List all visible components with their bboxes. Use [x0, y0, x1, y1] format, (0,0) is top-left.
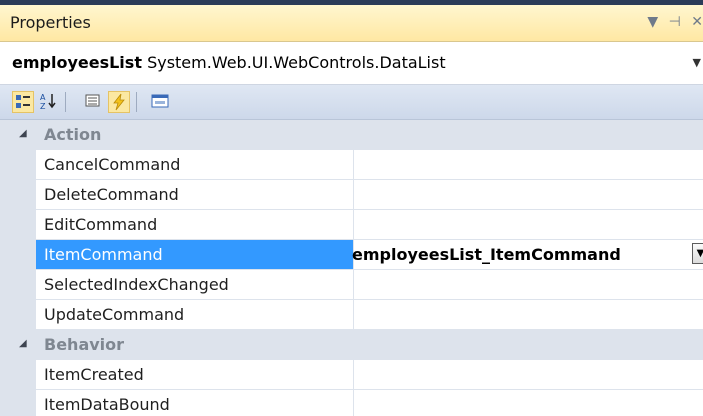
category-label: Behavior: [44, 335, 125, 354]
property-value[interactable]: [346, 210, 703, 240]
property-name[interactable]: SelectedIndexChanged: [36, 270, 354, 300]
property-value[interactable]: [346, 270, 703, 300]
object-selector-label: employeesList System.Web.UI.WebControls.…: [12, 53, 446, 72]
row-margin: [0, 270, 36, 300]
property-row-deletecommand[interactable]: DeleteCommand: [0, 180, 703, 210]
toolbar-separator: [65, 92, 66, 112]
alphabetical-sort-icon[interactable]: A Z: [38, 91, 60, 113]
categorized-icon[interactable]: [12, 91, 34, 113]
svg-text:Z: Z: [40, 102, 46, 111]
title-bar-buttons: ▼ ⊣ ✕: [641, 14, 703, 30]
category-header-action[interactable]: ◢ Action: [0, 120, 703, 150]
property-row-updatecommand[interactable]: UpdateCommand: [0, 300, 703, 330]
window-menu-arrow-icon[interactable]: ▼: [647, 14, 658, 30]
row-margin: [0, 390, 36, 416]
category-label: Action: [44, 125, 102, 144]
property-value[interactable]: [346, 180, 703, 210]
svg-text:A: A: [40, 93, 46, 102]
window-title: Properties: [10, 13, 91, 32]
properties-icon[interactable]: [83, 91, 105, 113]
property-row-editcommand[interactable]: EditCommand: [0, 210, 703, 240]
row-margin: [0, 210, 36, 240]
row-margin: [0, 240, 36, 270]
properties-window: Properties ▼ ⊣ ✕ employeesList System.We…: [0, 0, 703, 416]
properties-toolbar: A Z: [0, 85, 703, 120]
close-icon[interactable]: ✕: [691, 14, 703, 30]
property-value[interactable]: employeesList_ItemCommand ▼: [346, 240, 703, 270]
property-value[interactable]: [346, 300, 703, 330]
property-name[interactable]: ItemDataBound: [36, 390, 354, 416]
property-name[interactable]: ItemCreated: [36, 360, 354, 390]
property-row-itemdatabound[interactable]: ItemDataBound: [0, 390, 703, 416]
category-header-behavior[interactable]: ◢ Behavior: [0, 330, 703, 360]
property-row-cancelcommand[interactable]: CancelCommand: [0, 150, 703, 180]
object-name: employeesList: [12, 53, 142, 72]
property-name[interactable]: ItemCommand: [36, 240, 354, 270]
dropdown-arrow-icon[interactable]: ▼: [693, 56, 701, 69]
property-value[interactable]: [346, 150, 703, 180]
property-row-itemcreated[interactable]: ItemCreated: [0, 360, 703, 390]
row-margin: [0, 180, 36, 210]
property-value-text[interactable]: employeesList_ItemCommand: [352, 245, 621, 264]
property-name[interactable]: UpdateCommand: [36, 300, 354, 330]
property-value[interactable]: [346, 360, 703, 390]
toolbar-separator: [136, 92, 137, 112]
property-pages-icon[interactable]: [150, 91, 172, 113]
collapse-triangle-icon[interactable]: ◢: [19, 338, 27, 349]
property-name[interactable]: CancelCommand: [36, 150, 354, 180]
property-name[interactable]: EditCommand: [36, 210, 354, 240]
property-row-selectedindexchanged[interactable]: SelectedIndexChanged: [0, 270, 703, 300]
pin-icon[interactable]: ⊣: [669, 14, 681, 30]
collapse-triangle-icon[interactable]: ◢: [19, 128, 27, 139]
value-dropdown-button[interactable]: ▼: [692, 243, 703, 264]
title-bar: Properties ▼ ⊣ ✕: [0, 5, 703, 42]
row-margin: [0, 300, 36, 330]
object-selector[interactable]: employeesList System.Web.UI.WebControls.…: [0, 42, 703, 85]
row-margin: [0, 360, 36, 390]
property-grid: ◢ Action CancelCommand DeleteCommand Edi…: [0, 120, 703, 416]
object-type: System.Web.UI.WebControls.DataList: [147, 53, 446, 72]
property-name[interactable]: DeleteCommand: [36, 180, 354, 210]
row-margin: [0, 150, 36, 180]
events-lightning-icon[interactable]: [108, 91, 130, 113]
property-value[interactable]: [346, 390, 703, 416]
property-row-itemcommand[interactable]: ItemCommand employeesList_ItemCommand ▼: [0, 240, 703, 270]
